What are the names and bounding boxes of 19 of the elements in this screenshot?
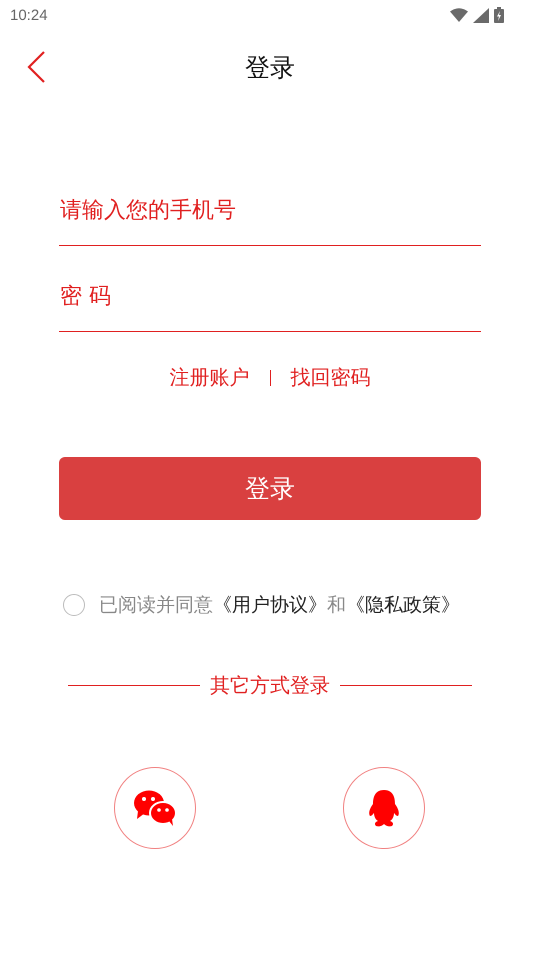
wifi-icon [450,8,468,22]
text-link[interactable]: 注册账户 [170,364,250,391]
page-title: 登录 [245,52,295,84]
login-button[interactable]: 登录 [59,457,481,520]
agreement-link[interactable]: 《用户协议》 [213,592,327,618]
battery-icon [494,7,504,23]
agreement-text: 已阅读并同意 [99,593,213,618]
agreement-text: 和 [327,593,346,618]
phone-input[interactable]: 请输入您的手机号 [59,175,481,246]
back-button[interactable] [26,50,46,84]
password-input[interactable]: 密 码 [59,261,481,332]
status-time: 10:24 [10,6,48,24]
agreement-link[interactable]: 《隐私政策》 [346,592,460,618]
penguin-icon [366,789,402,827]
chat-bubbles-icon [133,789,177,827]
signal-icon [473,8,489,22]
text-link[interactable]: 找回密码 [290,364,370,391]
agree-checkbox[interactable] [63,594,85,616]
section-title: 其它方式登录 [210,672,330,699]
